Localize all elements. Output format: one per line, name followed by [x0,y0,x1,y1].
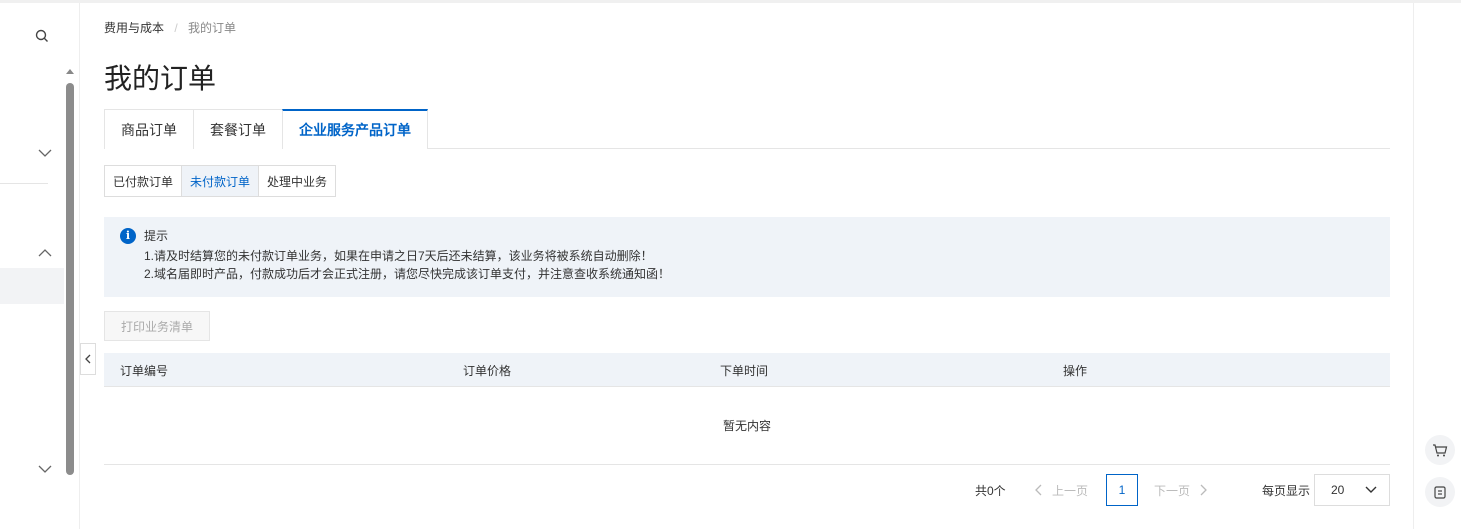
chevron-left-icon [1035,484,1042,496]
notice-line-1: 1.请及时结算您的未付款订单业务，如果在申请之日7天后还未结算，该业务将被系统自… [144,249,653,263]
breadcrumb-separator: / [174,21,178,35]
pagination-prev-button[interactable]: 上一页 [1034,474,1088,506]
chevron-left-icon [85,354,91,364]
chevron-down-icon [1365,486,1377,493]
pagination-prev-label: 上一页 [1052,483,1089,498]
print-list-button[interactable]: 打印业务清单 [104,311,210,341]
sidebar-divider [0,183,48,184]
page-title: 我的订单 [104,63,217,94]
column-actions: 操作 [1063,363,1088,378]
subtab-paid-orders[interactable]: 已付款订单 [104,165,183,197]
notice-line-2: 2.域名届即时产品，付款成功后才会正式注册，请您尽快完成该订单支付，并注意查收系… [144,267,671,281]
chevron-up-icon[interactable] [37,245,53,257]
tab-product-orders[interactable]: 商品订单 [104,109,194,149]
tab-enterprise-service-orders[interactable]: 企业服务产品订单 [282,109,428,150]
pagination: 共0个 上一页 1 下一页 每页显示 20 [104,474,1390,506]
cart-icon [1433,444,1448,457]
breadcrumb: 费用与成本 / 我的订单 [104,19,236,36]
scroll-thumb[interactable] [66,83,74,475]
pagination-page-current[interactable]: 1 [1106,474,1138,506]
order-status-tabs: 已付款订单 未付款订单 处理中业务 [104,165,337,197]
page-size-select[interactable]: 20 [1314,474,1390,506]
sidebar [0,3,80,529]
page-size-value: 20 [1331,483,1345,497]
breadcrumb-parent[interactable]: 费用与成本 [104,21,164,35]
sidebar-collapse-button[interactable] [80,343,96,375]
right-rail [1413,3,1461,529]
subtab-unpaid-orders[interactable]: 未付款订单 [181,165,260,197]
info-icon: i [120,227,136,244]
table-empty-state: 暂无内容 [104,387,1390,465]
column-order-time: 下单时间 [720,363,769,378]
order-tabs: 商品订单 套餐订单 企业服务产品订单 [104,109,1390,150]
table-header: 订单编号 订单价格 下单时间 操作 [104,353,1390,387]
chevron-right-icon [1200,484,1207,496]
chevron-down-icon[interactable] [37,461,53,473]
sidebar-item-active[interactable] [0,268,64,304]
top-border [0,0,1461,3]
notice-title: 提示 [144,229,169,243]
notice-box: i 提示 1.请及时结算您的未付款订单业务，如果在申请之日7天后还未结算，该业务… [104,217,1390,297]
cart-button[interactable] [1425,435,1455,465]
search-icon[interactable] [34,28,50,44]
pagination-total: 共0个 [975,483,1006,498]
transfer-button[interactable] [1425,477,1455,507]
subtab-processing[interactable]: 处理中业务 [258,165,337,197]
pagination-next-label: 下一页 [1154,483,1191,498]
tab-package-orders[interactable]: 套餐订单 [193,109,283,149]
transfer-icon [1434,486,1446,499]
breadcrumb-current: 我的订单 [188,21,237,35]
chevron-down-icon[interactable] [37,145,53,157]
page-size-label: 每页显示 [1262,483,1311,498]
pagination-next-button[interactable]: 下一页 [1154,474,1208,506]
column-order-number: 订单编号 [120,363,169,378]
column-order-price: 订单价格 [463,363,512,378]
scroll-up-arrow[interactable] [66,69,74,74]
sidebar-scrollbar[interactable] [64,65,76,479]
